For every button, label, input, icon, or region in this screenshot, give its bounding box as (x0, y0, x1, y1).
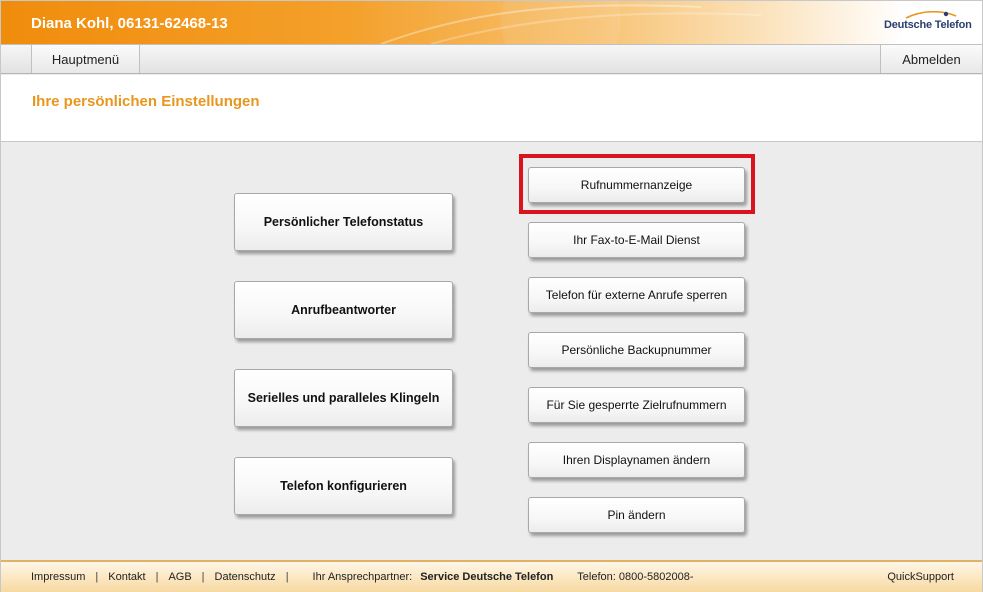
block-external-calls-button[interactable]: Telefon für externe Anrufe sperren (528, 277, 745, 313)
footer-separator: | (155, 571, 159, 583)
fax-to-email-button[interactable]: Ihr Fax-to-E-Mail Dienst (528, 222, 745, 258)
partner-name: Service Deutsche Telefon (420, 571, 554, 583)
nav-bar: Hauptmenü Abmelden (1, 44, 982, 74)
change-pin-button[interactable]: Pin ändern (528, 497, 745, 533)
page-title: Ihre persönlichen Einstellungen (32, 93, 260, 110)
user-name-phone: Diana Kohl, 06131-62468-13 (31, 15, 228, 32)
header-bar: Diana Kohl, 06131-62468-13 Deutsche Tele… (1, 1, 982, 44)
main-menu-button[interactable]: Hauptmenü (32, 45, 140, 73)
footer-link-datenschutz[interactable]: Datenschutz (215, 571, 276, 583)
serial-parallel-ringing-button[interactable]: Serielles und paralleles Klingeln (234, 369, 453, 427)
display-name-button[interactable]: Ihren Displaynamen ändern (528, 442, 745, 478)
logout-button[interactable]: Abmelden (880, 45, 982, 73)
app-frame: Diana Kohl, 06131-62468-13 Deutsche Tele… (0, 0, 983, 592)
partner-label: Ihr Ansprechpartner: (312, 571, 413, 583)
footer-link-kontakt[interactable]: Kontakt (108, 571, 145, 583)
footer-link-agb[interactable]: AGB (168, 571, 191, 583)
deutsche-telefon-logo: Deutsche Telefon (884, 11, 972, 37)
highlight-box (519, 154, 755, 214)
telephone-status-button[interactable]: Persönlicher Telefonstatus (234, 193, 453, 251)
footer-separator: | (201, 571, 205, 583)
title-panel: Ihre persönlichen Einstellungen (1, 75, 982, 142)
support-phone: Telefon: 0800-5802008- (577, 571, 694, 583)
nav-spacer (1, 45, 32, 73)
logo-text: Deutsche Telefon (884, 19, 972, 31)
backup-number-button[interactable]: Persönliche Backupnummer (528, 332, 745, 368)
quicksupport-link[interactable]: QuickSupport (887, 571, 954, 583)
footer-links: Impressum | Kontakt | AGB | Datenschutz … (31, 571, 694, 583)
answering-machine-button[interactable]: Anrufbeantworter (234, 281, 453, 339)
footer-bar: Impressum | Kontakt | AGB | Datenschutz … (1, 560, 982, 592)
blocked-numbers-button[interactable]: Für Sie gesperrte Zielrufnummern (528, 387, 745, 423)
footer-separator: | (285, 571, 289, 583)
configure-telephone-button[interactable]: Telefon konfigurieren (234, 457, 453, 515)
footer-separator: | (95, 571, 99, 583)
footer-link-impressum[interactable]: Impressum (31, 571, 85, 583)
